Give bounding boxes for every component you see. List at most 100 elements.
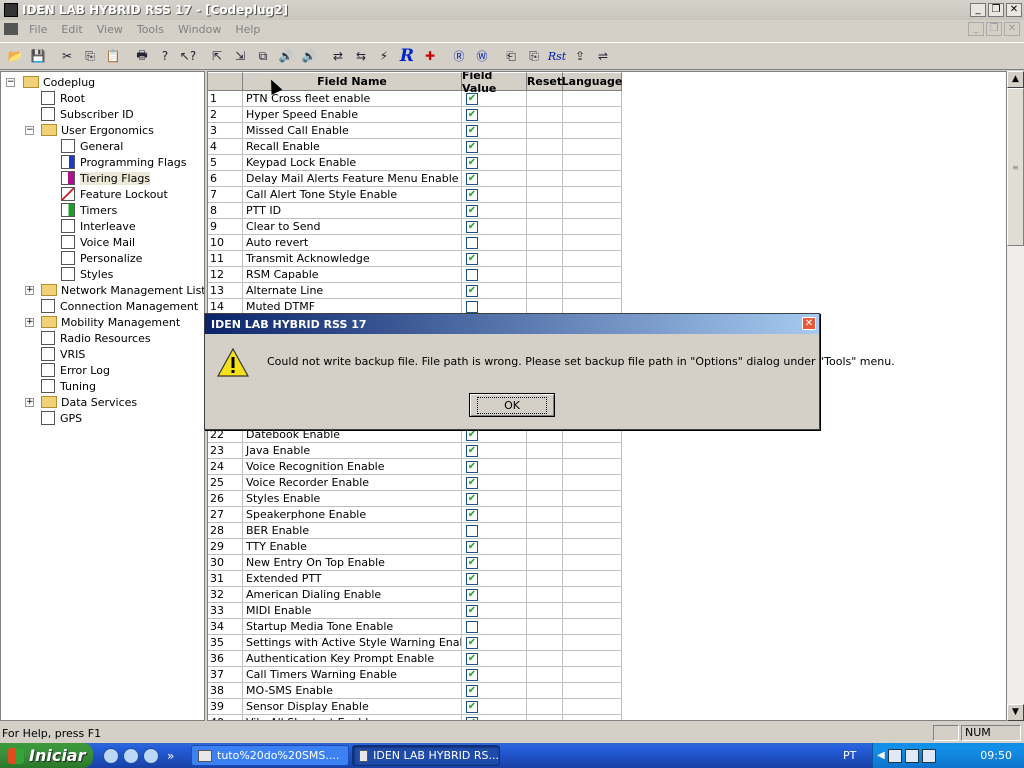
checkbox-checked[interactable]: ✔	[466, 668, 478, 681]
clock[interactable]: 09:50	[980, 749, 1012, 762]
task-button-sms[interactable]: tuto%20do%20SMS....	[191, 745, 349, 766]
reset-cell[interactable]	[527, 107, 563, 123]
checkbox-checked[interactable]: ✔	[466, 124, 478, 137]
checkbox-checked[interactable]: ✔	[466, 492, 478, 505]
add-icon[interactable]: ✚	[419, 45, 441, 67]
convert-icon[interactable]: ⇌	[592, 45, 614, 67]
checkbox-unchecked[interactable]	[466, 236, 478, 249]
language-cell[interactable]	[563, 459, 622, 475]
language-cell[interactable]	[563, 187, 622, 203]
tree-item-user-ergonomics[interactable]: User Ergonomics	[41, 122, 154, 138]
language-cell[interactable]	[563, 203, 622, 219]
tree-item-tuning[interactable]: Tuning	[41, 378, 96, 394]
collapse-icon[interactable]: −	[25, 126, 34, 135]
language-cell[interactable]	[563, 715, 622, 720]
reset-cell[interactable]	[527, 139, 563, 155]
table-row[interactable]: 33 MIDI Enable ✔	[208, 603, 622, 619]
table-row[interactable]: 37 Call Timers Warning Enable ✔	[208, 667, 622, 683]
explorer-icon[interactable]	[123, 747, 139, 764]
language-cell[interactable]	[563, 491, 622, 507]
language-indicator[interactable]: PT	[843, 749, 856, 762]
start-button[interactable]: Iniciar	[0, 743, 93, 768]
tree-item-codeplug[interactable]: Codeplug	[23, 74, 95, 90]
expand-icon[interactable]: +	[25, 286, 34, 295]
expand-icon[interactable]: +	[25, 318, 34, 327]
language-cell[interactable]	[563, 155, 622, 171]
document-icon[interactable]	[4, 23, 18, 35]
tree-item-network-management-list[interactable]: Network Management List	[41, 282, 204, 298]
collapse-icon[interactable]: −	[6, 78, 15, 87]
reset-cell[interactable]	[527, 123, 563, 139]
mdi-close-button[interactable]: ✕	[1004, 22, 1020, 36]
language-cell[interactable]	[563, 635, 622, 651]
tree-item-timers[interactable]: Timers	[61, 202, 117, 218]
language-cell[interactable]	[563, 603, 622, 619]
reset-cell[interactable]	[527, 571, 563, 587]
column-header-field-value[interactable]: Field Value	[462, 72, 527, 95]
checkbox-checked[interactable]: ✔	[466, 172, 478, 185]
menu-window[interactable]: Window	[171, 23, 228, 36]
r-icon[interactable]: R	[396, 45, 418, 67]
network-icon[interactable]	[887, 748, 902, 763]
reset-cell[interactable]	[527, 155, 563, 171]
table-row[interactable]: 39 Sensor Display Enable ✔	[208, 699, 622, 715]
expand-icon[interactable]: +	[25, 398, 34, 407]
tree-item-gps[interactable]: GPS	[41, 410, 82, 426]
language-cell[interactable]	[563, 667, 622, 683]
language-cell[interactable]	[563, 139, 622, 155]
export-icon[interactable]: ⎘	[523, 45, 545, 67]
reset-cell[interactable]	[527, 235, 563, 251]
cut-icon[interactable]: ✂	[56, 45, 78, 67]
tree-item-subscriber-id[interactable]: Subscriber ID	[41, 106, 134, 122]
table-row[interactable]: 10 Auto revert	[208, 235, 622, 251]
reset-cell[interactable]	[527, 555, 563, 571]
tree-item-programming-flags[interactable]: Programming Flags	[61, 154, 186, 170]
tree-item-general[interactable]: General	[61, 138, 123, 154]
reset-cell[interactable]	[527, 667, 563, 683]
checkbox-checked[interactable]: ✔	[466, 444, 478, 457]
context-help-icon[interactable]: ↖?	[177, 45, 199, 67]
table-row[interactable]: 7 Call Alert Tone Style Enable ✔	[208, 187, 622, 203]
open-icon[interactable]: 📂	[4, 45, 26, 67]
vertical-scrollbar[interactable]: ▲ ≡ ▼	[1007, 71, 1024, 721]
checkbox-checked[interactable]: ✔	[466, 428, 478, 441]
tree-item-connection-management[interactable]: Connection Management	[41, 298, 198, 314]
tree-item-mobility-management[interactable]: Mobility Management	[41, 314, 180, 330]
reset-cell[interactable]	[527, 715, 563, 720]
tree-item-root[interactable]: Root	[41, 90, 85, 106]
reset-cell[interactable]	[527, 443, 563, 459]
table-row[interactable]: 27 Speakerphone Enable ✔	[208, 507, 622, 523]
write-icon[interactable]: Ⓦ	[471, 45, 493, 67]
reset-cell[interactable]	[527, 523, 563, 539]
reset-cell[interactable]	[527, 459, 563, 475]
tree-item-radio-resources[interactable]: Radio Resources	[41, 330, 151, 346]
language-cell[interactable]	[563, 283, 622, 299]
language-cell[interactable]	[563, 507, 622, 523]
table-row[interactable]: 24 Voice Recognition Enable ✔	[208, 459, 622, 475]
checkbox-checked[interactable]: ✔	[466, 460, 478, 473]
reset-cell[interactable]	[527, 251, 563, 267]
checkbox-checked[interactable]: ✔	[466, 156, 478, 169]
checkbox-checked[interactable]: ✔	[466, 652, 478, 665]
table-row[interactable]: 31 Extended PTT ✔	[208, 571, 622, 587]
tree-item-vris[interactable]: VRIS	[41, 346, 85, 362]
display-icon[interactable]	[904, 748, 919, 763]
checkbox-checked[interactable]: ✔	[466, 684, 478, 697]
checkbox-checked[interactable]: ✔	[466, 252, 478, 265]
language-cell[interactable]	[563, 555, 622, 571]
language-cell[interactable]	[563, 475, 622, 491]
dialog-close-button[interactable]: ✕	[802, 317, 816, 330]
reset-cell[interactable]	[527, 683, 563, 699]
upgrade-icon[interactable]: ⇪	[569, 45, 591, 67]
help-icon[interactable]: ?	[154, 45, 176, 67]
table-row[interactable]: 3 Missed Call Enable ✔	[208, 123, 622, 139]
checkbox-checked[interactable]: ✔	[466, 716, 478, 720]
reset-cell[interactable]	[527, 91, 563, 107]
checkbox-checked[interactable]: ✔	[466, 540, 478, 553]
checkbox-checked[interactable]: ✔	[466, 476, 478, 489]
reset-cell[interactable]	[527, 283, 563, 299]
menu-file[interactable]: File	[22, 23, 54, 36]
close-button[interactable]: ✕	[1006, 3, 1022, 17]
table-row[interactable]: 13 Alternate Line ✔	[208, 283, 622, 299]
language-cell[interactable]	[563, 267, 622, 283]
